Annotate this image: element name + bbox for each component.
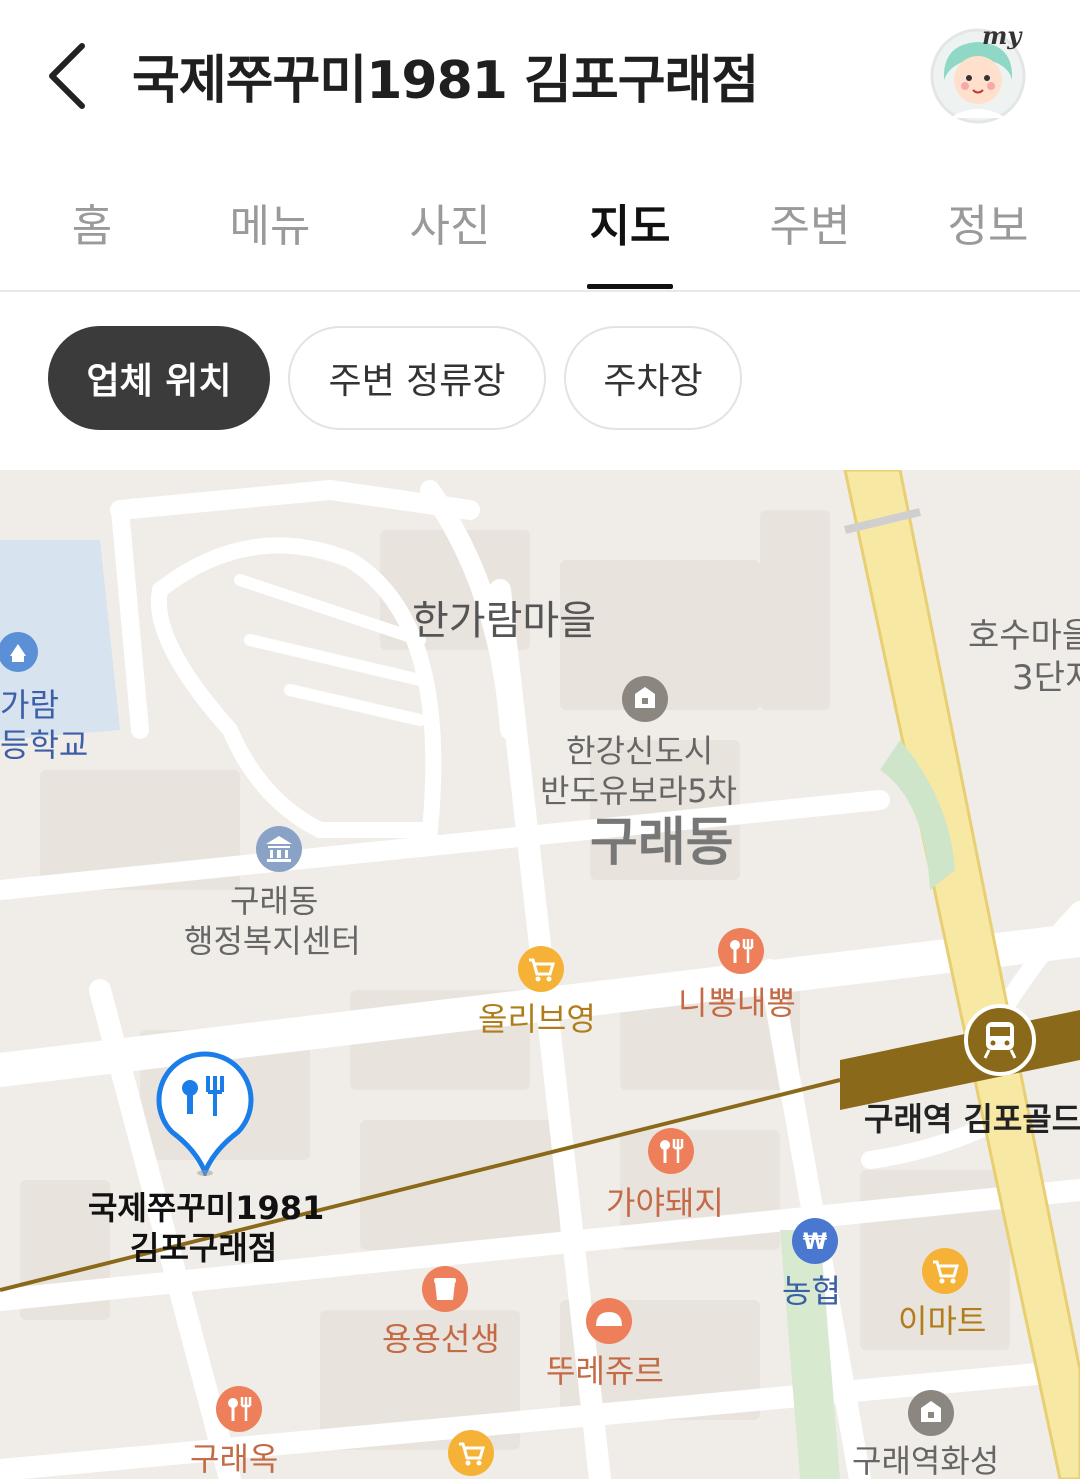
back-button[interactable]: [42, 40, 98, 112]
chip-nearby-stops[interactable]: 주변 정류장: [288, 326, 546, 430]
chevron-left-icon: [49, 43, 85, 109]
poi-label-hwaseong: 구래역화성: [852, 1442, 1000, 1479]
tab-home[interactable]: 홈: [22, 190, 162, 254]
poi-label-gaya: 가야돼지: [606, 1184, 724, 1222]
svg-text:₩: ₩: [803, 1230, 827, 1255]
poi-label-center-2: 행정복지센터: [184, 922, 361, 960]
map-pin-icon: [156, 1051, 254, 1176]
map-view[interactable]: 한가람마을 호수마을 3단지 구래동 가람 등학교 한강신도시 반도유보라5차 …: [0, 470, 1080, 1479]
tab-bar: 홈 메뉴 사진 지도 주변 정보: [0, 160, 1080, 292]
target-label-line2: 김포구래점: [130, 1229, 278, 1267]
avatar-icon: my: [930, 21, 1026, 124]
poi-label-yongyong: 용용선생: [382, 1320, 500, 1358]
poi-label-guraeok: 구래옥: [190, 1440, 279, 1478]
map-filter-chips: 업체 위치 주변 정류장 주차장: [0, 326, 1080, 436]
tab-menu[interactable]: 메뉴: [200, 190, 340, 254]
chip-business-location[interactable]: 업체 위치: [48, 326, 270, 430]
station-label: 구래역 김포골드: [864, 1100, 1080, 1138]
tab-map[interactable]: 지도: [560, 190, 700, 254]
poi-label-apt-2: 반도유보라5차: [540, 772, 737, 810]
target-label-line1: 국제쭈꾸미1981: [88, 1189, 325, 1227]
poi-label-oliveyoung: 올리브영: [478, 1000, 596, 1038]
tab-nearby[interactable]: 주변: [740, 190, 880, 254]
chip-parking[interactable]: 주차장: [564, 326, 742, 430]
area-label-hangaram: 한가람마을: [412, 598, 596, 644]
page-title: 국제쭈꾸미1981 김포구래점: [132, 51, 759, 111]
poi-label-school-2: 등학교: [0, 726, 89, 764]
poi-label-nh: 농협: [782, 1272, 841, 1310]
my-profile-button[interactable]: my: [928, 21, 1032, 126]
poi-label-emart: 이마트: [898, 1302, 987, 1340]
my-label: my: [982, 22, 1023, 50]
tab-info[interactable]: 정보: [918, 190, 1058, 254]
poi-label-tous: 뚜레쥬르: [546, 1352, 664, 1390]
tab-photos[interactable]: 사진: [380, 190, 520, 254]
header: 국제쭈꾸미1981 김포구래점 my: [0, 0, 1080, 150]
area-label-hosu-2: 3단지: [1012, 658, 1080, 698]
poi-label-nippong: 니뽕내뽕: [678, 984, 796, 1022]
tab-active-indicator: [587, 284, 673, 289]
